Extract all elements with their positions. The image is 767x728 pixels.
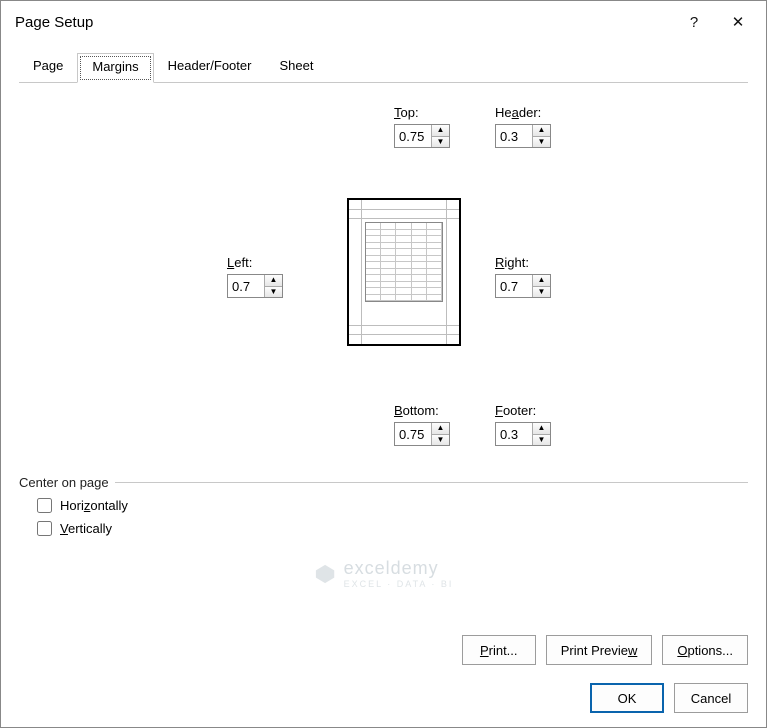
bottom-spinner[interactable]: ▲▼ bbox=[394, 422, 450, 446]
footer-spinner[interactable]: ▲▼ bbox=[495, 422, 551, 446]
dialog-title: Page Setup bbox=[15, 14, 93, 31]
right-input[interactable] bbox=[496, 277, 532, 296]
action-row-1: Print... Print Preview Options... bbox=[19, 635, 748, 665]
margins-panel: Top: ▲▼ Header: ▲▼ Left: ▲▼ bbox=[19, 83, 748, 625]
bottom-spin-down[interactable]: ▼ bbox=[432, 435, 449, 446]
right-spinner[interactable]: ▲▼ bbox=[495, 274, 551, 298]
center-vertically-label: Vertically bbox=[60, 521, 112, 536]
watermark: exceldemy EXCEL · DATA · BI bbox=[314, 558, 454, 589]
bottom-label: Bottom: bbox=[394, 403, 450, 418]
page-setup-dialog: Page Setup ? ✕ Page Margins Header/Foote… bbox=[0, 0, 767, 728]
top-spin-down[interactable]: ▼ bbox=[432, 137, 449, 148]
top-spinner[interactable]: ▲▼ bbox=[394, 124, 450, 148]
header-label: Header: bbox=[495, 105, 551, 120]
top-spin-up[interactable]: ▲ bbox=[432, 125, 449, 137]
top-label: Top: bbox=[394, 105, 450, 120]
bottom-spin-up[interactable]: ▲ bbox=[432, 423, 449, 435]
left-label: Left: bbox=[227, 255, 283, 270]
close-button[interactable]: ✕ bbox=[716, 1, 760, 43]
print-button[interactable]: Print... bbox=[462, 635, 536, 665]
right-spin-up[interactable]: ▲ bbox=[533, 275, 550, 287]
header-spin-down[interactable]: ▼ bbox=[533, 137, 550, 148]
tab-sheet[interactable]: Sheet bbox=[265, 53, 327, 83]
tab-page[interactable]: Page bbox=[19, 53, 77, 83]
center-horizontally-checkbox[interactable] bbox=[37, 498, 52, 513]
center-horizontally-label: Horizontally bbox=[60, 498, 128, 513]
tab-header-footer[interactable]: Header/Footer bbox=[154, 53, 266, 83]
help-icon: ? bbox=[690, 14, 698, 31]
left-spin-up[interactable]: ▲ bbox=[265, 275, 282, 287]
header-input[interactable] bbox=[496, 127, 532, 146]
bottom-input[interactable] bbox=[395, 425, 431, 444]
cancel-button[interactable]: Cancel bbox=[674, 683, 748, 713]
header-spinner[interactable]: ▲▼ bbox=[495, 124, 551, 148]
right-spin-down[interactable]: ▼ bbox=[533, 287, 550, 298]
content-area: Page Margins Header/Footer Sheet Top: ▲▼… bbox=[1, 43, 766, 727]
ok-button[interactable]: OK bbox=[590, 683, 664, 713]
footer-label: Footer: bbox=[495, 403, 551, 418]
options-button[interactable]: Options... bbox=[662, 635, 748, 665]
right-label: Right: bbox=[495, 255, 551, 270]
print-preview-button[interactable]: Print Preview bbox=[546, 635, 653, 665]
tabstrip: Page Margins Header/Footer Sheet bbox=[19, 53, 748, 83]
close-icon: ✕ bbox=[732, 13, 745, 31]
footer-spin-down[interactable]: ▼ bbox=[533, 435, 550, 446]
left-input[interactable] bbox=[228, 277, 264, 296]
action-row-2: OK Cancel bbox=[19, 683, 748, 713]
center-legend: Center on page bbox=[19, 475, 748, 490]
center-horizontally[interactable]: Horizontally bbox=[37, 498, 748, 513]
center-vertically-checkbox[interactable] bbox=[37, 521, 52, 536]
page-preview bbox=[347, 198, 461, 346]
footer-spin-up[interactable]: ▲ bbox=[533, 423, 550, 435]
center-vertically[interactable]: Vertically bbox=[37, 521, 748, 536]
left-spinner[interactable]: ▲▼ bbox=[227, 274, 283, 298]
header-spin-up[interactable]: ▲ bbox=[533, 125, 550, 137]
tab-margins[interactable]: Margins bbox=[77, 53, 153, 83]
left-spin-down[interactable]: ▼ bbox=[265, 287, 282, 298]
titlebar: Page Setup ? ✕ bbox=[1, 1, 766, 43]
footer-input[interactable] bbox=[496, 425, 532, 444]
help-button[interactable]: ? bbox=[672, 1, 716, 43]
top-input[interactable] bbox=[395, 127, 431, 146]
watermark-icon bbox=[314, 563, 336, 585]
